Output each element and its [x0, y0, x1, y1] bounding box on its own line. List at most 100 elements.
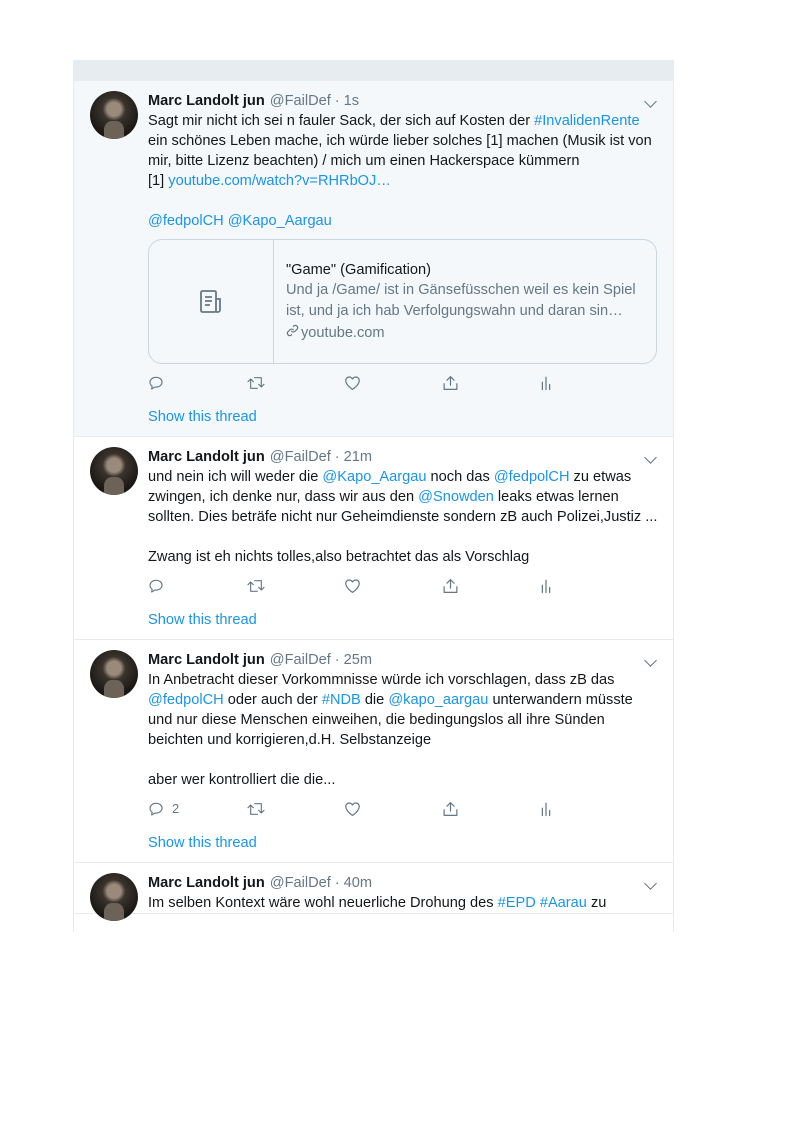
timeline-top-bar [74, 60, 673, 81]
tweet-header: Marc Landolt jun @FailDef · 1s [148, 91, 659, 111]
tweet-text-segment: die [360, 692, 389, 708]
tweet-header: Marc Landolt jun @FailDef · 25m [148, 650, 659, 670]
share-button[interactable] [442, 801, 540, 817]
separator-dot: · [334, 875, 340, 891]
author-name[interactable]: Marc Landolt jun [148, 873, 265, 893]
tweet-actions [148, 372, 659, 394]
tweet-content: Marc Landolt jun @FailDef · 1s Sagt mir nich… [148, 81, 673, 436]
retweet-icon [246, 578, 266, 594]
tweet-header: Marc Landolt jun @FailDef · 40m [148, 873, 659, 893]
retweet-button[interactable] [246, 578, 344, 594]
tweet[interactable]: Marc Landolt jun @FailDef · 21m und nein ich… [74, 437, 673, 640]
retweet-button[interactable] [246, 801, 344, 817]
tweet-actions: 2 [148, 798, 659, 820]
tweet-text-segment: In Anbetracht dieser Vorkommnisse würde … [148, 672, 619, 688]
reply-button[interactable] [148, 375, 246, 391]
analytics-button[interactable] [540, 375, 570, 391]
card-description: Und ja /Game/ ist in Gänsefüsschen weil … [286, 282, 636, 319]
tweet-timestamp[interactable]: 21m [344, 447, 372, 467]
analytics-button[interactable] [540, 578, 570, 594]
reply-icon [148, 375, 164, 391]
share-icon [442, 375, 459, 391]
tweet-header: Marc Landolt jun @FailDef · 21m [148, 447, 659, 467]
tweet-link[interactable]: #NDB [322, 692, 361, 708]
analytics-icon [540, 375, 552, 391]
share-icon [442, 578, 459, 594]
tweet-text-segment: noch das [426, 469, 494, 485]
tweet-link[interactable]: #Aarau [540, 895, 587, 911]
tweet-content: Marc Landolt jun @FailDef · 40m Im selben Ko… [148, 863, 673, 913]
tweet[interactable]: Marc Landolt jun @FailDef · 25m In Anbetrach… [74, 640, 673, 863]
article-icon [149, 240, 274, 363]
tweet-text-segment: und nein ich will weder die [148, 469, 323, 485]
tweet-link[interactable]: youtube.com/watch?v=RHRbOJ… [168, 173, 391, 189]
reply-icon [148, 578, 164, 594]
reply-icon [148, 801, 164, 817]
like-icon [344, 375, 361, 391]
retweet-icon [246, 375, 266, 391]
link-preview-card[interactable]: "Game" (Gamification) Und ja /Game/ ist i… [148, 239, 657, 364]
like-button[interactable] [344, 375, 442, 391]
tweet[interactable]: Marc Landolt jun @FailDef · 1s Sagt mir nich… [74, 81, 673, 437]
author-name[interactable]: Marc Landolt jun [148, 91, 265, 111]
card-title: "Game" (Gamification) [286, 262, 431, 278]
author-name[interactable]: Marc Landolt jun [148, 650, 265, 670]
avatar[interactable] [90, 873, 138, 921]
share-button[interactable] [442, 578, 540, 594]
tweet-text-segment: Im selben Kontext wäre wohl neuerliche D… [148, 895, 498, 911]
tweet-timestamp[interactable]: 25m [344, 650, 372, 670]
reply-count: 2 [172, 801, 180, 816]
tweet-text: In Anbetracht dieser Vorkommnisse würde … [148, 670, 659, 790]
tweet-text-segment: zu [586, 895, 607, 911]
tweet-link[interactable]: #InvalidenRente [534, 113, 639, 129]
tweet-text: und nein ich will weder die @Kapo_Aargau… [148, 467, 659, 567]
card-domain: youtube.com [286, 322, 642, 344]
share-icon [442, 801, 459, 817]
tweet-timestamp[interactable]: 40m [344, 873, 372, 893]
tweet-link[interactable]: @fedpolCH [494, 469, 570, 485]
reply-button[interactable] [148, 578, 246, 594]
avatar[interactable] [90, 650, 138, 698]
tweet-text: Im selben Kontext wäre wohl neuerliche D… [148, 893, 659, 913]
tweet-timestamp[interactable]: 1s [344, 91, 359, 111]
avatar[interactable] [90, 447, 138, 495]
analytics-icon [540, 801, 552, 817]
show-thread-link[interactable]: Show this thread [148, 597, 659, 639]
link-icon [286, 324, 299, 341]
tweet-content: Marc Landolt jun @FailDef · 21m und nein ich… [148, 437, 673, 639]
tweet-link[interactable]: @fedpolCH [148, 692, 224, 708]
tweet-list: Marc Landolt jun @FailDef · 1s Sagt mir nich… [74, 81, 673, 921]
show-thread-link[interactable]: Show this thread [148, 394, 659, 436]
tweet-content: Marc Landolt jun @FailDef · 25m In Anbetrach… [148, 640, 673, 862]
tweet-text: Sagt mir nicht ich sei n fauler Sack, de… [148, 111, 659, 231]
author-handle[interactable]: @FailDef [270, 873, 331, 893]
analytics-button[interactable] [540, 801, 570, 817]
avatar[interactable] [90, 91, 138, 139]
tweet-link[interactable]: @Kapo_Aargau [228, 213, 332, 229]
separator-dot: · [334, 93, 340, 109]
author-name[interactable]: Marc Landolt jun [148, 447, 265, 467]
show-thread-link[interactable]: Show this thread [148, 820, 659, 862]
like-button[interactable] [344, 801, 442, 817]
retweet-icon [246, 801, 266, 817]
author-handle[interactable]: @FailDef [270, 447, 331, 467]
card-domain-text: youtube.com [301, 325, 385, 341]
card-body: "Game" (Gamification) Und ja /Game/ ist i… [274, 240, 656, 363]
author-handle[interactable]: @FailDef [270, 91, 331, 111]
separator-dot: · [334, 449, 340, 465]
share-button[interactable] [442, 375, 540, 391]
tweet-link[interactable]: @Kapo_Aargau [322, 469, 426, 485]
tweet[interactable]: Marc Landolt jun @FailDef · 40m Im selben Ko… [74, 863, 673, 921]
tweet-actions [148, 575, 659, 597]
reply-button[interactable]: 2 [148, 799, 246, 819]
tweet-link[interactable]: @Snowden [418, 489, 494, 505]
like-button[interactable] [344, 578, 442, 594]
author-handle[interactable]: @FailDef [270, 650, 331, 670]
tweet-link[interactable]: @kapo_aargau [388, 692, 488, 708]
analytics-icon [540, 578, 552, 594]
tweet-link[interactable]: #EPD [498, 895, 536, 911]
tweet-text-segment: Sagt mir nicht ich sei n fauler Sack, de… [148, 113, 535, 129]
retweet-button[interactable] [246, 375, 344, 391]
separator-dot: · [334, 652, 340, 668]
tweet-link[interactable]: @fedpolCH [148, 213, 224, 229]
